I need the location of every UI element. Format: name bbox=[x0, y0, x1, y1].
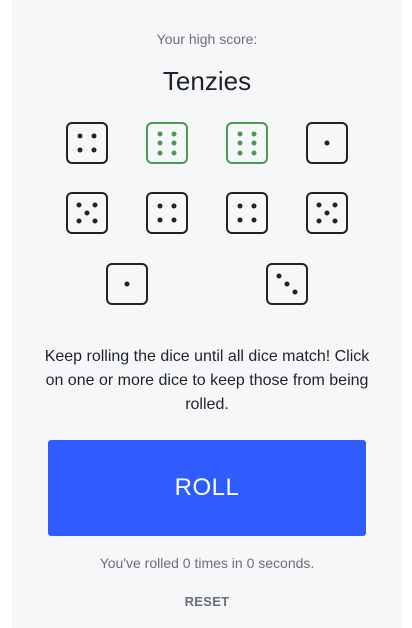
instructions-text: Keep rolling the dice until all dice mat… bbox=[44, 348, 370, 413]
die-6[interactable] bbox=[146, 192, 188, 234]
die-pip bbox=[171, 217, 177, 223]
reset-button[interactable]: RESET bbox=[167, 591, 247, 611]
die-pip bbox=[91, 147, 97, 153]
die-4[interactable] bbox=[306, 122, 348, 164]
die-pip bbox=[251, 203, 257, 209]
die-pip bbox=[76, 218, 82, 224]
die-pip bbox=[251, 150, 257, 155]
die-pip bbox=[316, 202, 322, 208]
die-pip bbox=[332, 202, 338, 208]
roll-button[interactable]: ROLL bbox=[48, 440, 366, 536]
die-pip bbox=[237, 140, 243, 146]
die-10[interactable] bbox=[266, 263, 308, 305]
die-pip bbox=[237, 150, 243, 155]
die-pip bbox=[276, 273, 282, 279]
die-pip bbox=[316, 218, 322, 224]
die-pip bbox=[92, 202, 98, 208]
die-pip bbox=[332, 218, 338, 224]
die-pip bbox=[171, 203, 177, 209]
die-pip bbox=[92, 218, 98, 224]
die-pip bbox=[251, 217, 257, 223]
die-8[interactable] bbox=[306, 192, 348, 234]
die-pip bbox=[284, 281, 290, 287]
die-7[interactable] bbox=[226, 192, 268, 234]
die-pip bbox=[171, 131, 177, 136]
die-pip bbox=[77, 147, 83, 153]
die-pip bbox=[157, 140, 163, 146]
die-pip bbox=[171, 140, 177, 146]
die-pip bbox=[157, 131, 163, 136]
die-pip bbox=[237, 203, 243, 209]
die-pip bbox=[91, 133, 97, 139]
die-3[interactable] bbox=[226, 122, 268, 164]
die-pip bbox=[251, 140, 257, 146]
die-pip bbox=[171, 150, 177, 155]
die-pip bbox=[251, 131, 257, 136]
die-pip bbox=[157, 150, 163, 155]
die-pip bbox=[324, 140, 330, 146]
die-pip bbox=[84, 210, 90, 216]
die-pip bbox=[157, 203, 163, 209]
game-panel: Your high score: Tenzies Keep rolling th… bbox=[12, 0, 402, 628]
die-pip bbox=[124, 281, 130, 287]
die-5[interactable] bbox=[66, 192, 108, 234]
roll-stats: You've rolled 0 times in 0 seconds. bbox=[99, 555, 315, 571]
die-pip bbox=[237, 217, 243, 223]
die-9[interactable] bbox=[106, 263, 148, 305]
die-pip bbox=[76, 202, 82, 208]
die-2[interactable] bbox=[146, 122, 188, 164]
die-pip bbox=[157, 217, 163, 223]
die-1[interactable] bbox=[66, 122, 108, 164]
die-pip bbox=[77, 133, 83, 139]
die-pip bbox=[324, 210, 330, 216]
die-pip bbox=[292, 289, 298, 295]
dice-area bbox=[12, 0, 402, 320]
die-pip bbox=[237, 131, 243, 136]
